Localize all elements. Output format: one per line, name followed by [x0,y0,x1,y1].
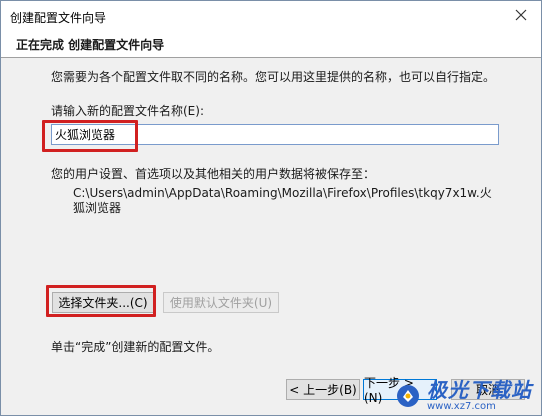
save-location-label: 您的用户设置、首选项以及其他相关的用户数据将被保存至： [51,167,376,181]
profile-name-input[interactable] [51,124,499,145]
finish-hint: 单击“完成”创建新的配置文件。 [51,340,220,354]
profile-name-description: 您需要为各个配置文件取不同的名称。您可以用这里提供的名称，也可以自行指定。 [51,70,496,84]
cancel-button[interactable]: 取消 [451,379,525,400]
next-button[interactable]: 下一步 > (N) [363,376,437,405]
back-button[interactable]: < 上一步(B) [286,379,360,400]
profile-name-label: 请输入新的配置文件名称(E): [51,104,204,118]
wizard-header: 正在完成 创建配置文件向导 [1,32,541,57]
close-icon [515,9,527,21]
wizard-header-title: 正在完成 创建配置文件向导 [16,38,165,52]
close-button[interactable] [507,3,535,27]
profile-save-path: C:\Users\admin\AppData\Roaming\Mozilla\F… [73,186,492,215]
title-bar: 创建配置文件向导 [1,1,541,32]
choose-folder-button[interactable]: 选择文件夹...(C) [52,292,154,313]
wizard-panel: 您需要为各个配置文件取不同的名称。您可以用这里提供的名称，也可以自行指定。 请输… [1,58,541,415]
profile-wizard-window: 创建配置文件向导 正在完成 创建配置文件向导 您需要为各个配置文件取不同的名称。… [0,0,542,416]
window-title: 创建配置文件向导 [10,11,107,25]
use-default-folder-button[interactable]: 使用默认文件夹(U) [163,292,279,313]
